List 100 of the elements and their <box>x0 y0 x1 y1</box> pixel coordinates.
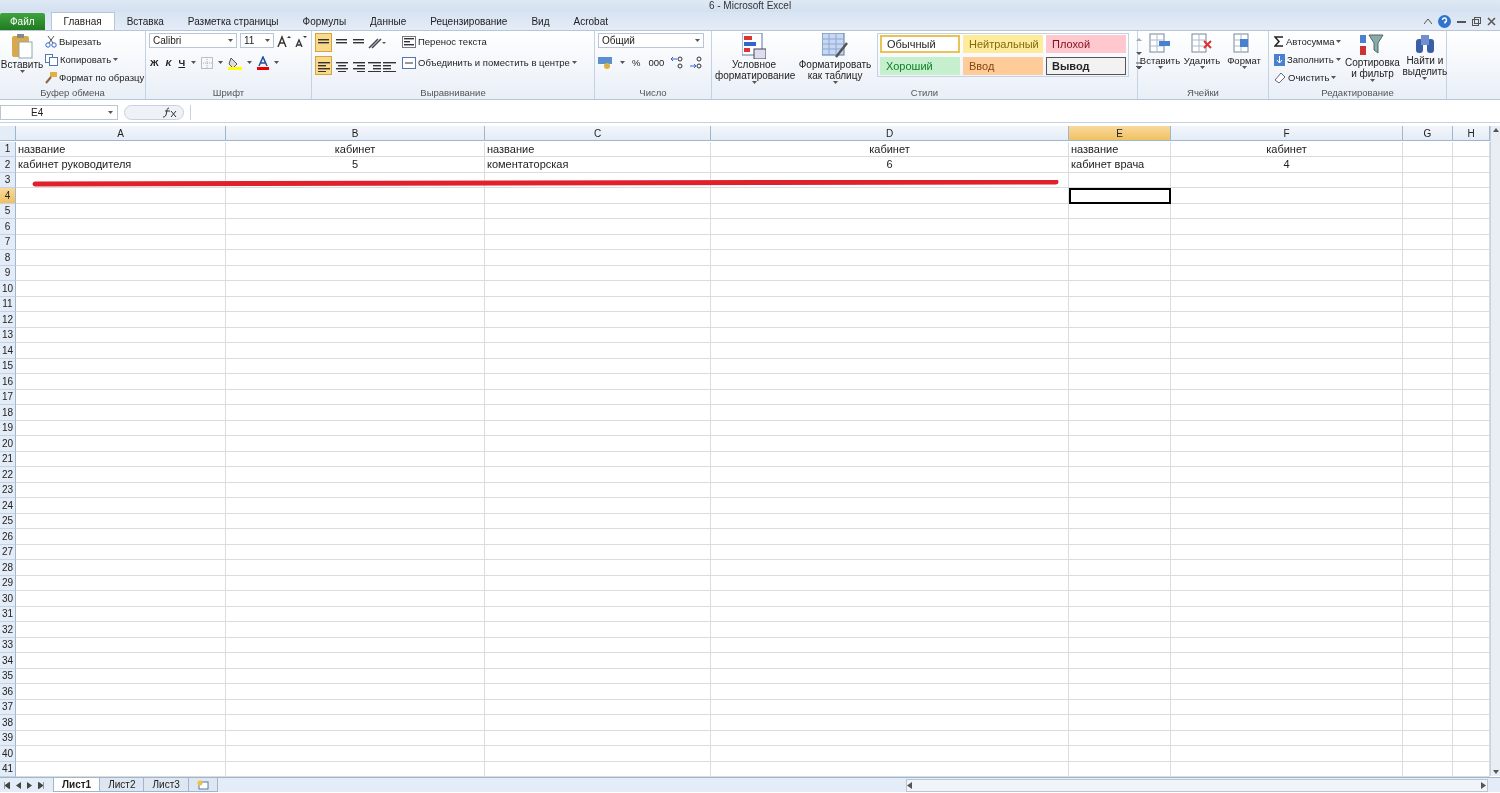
row-header[interactable]: 38 <box>0 715 16 731</box>
row-header[interactable]: 18 <box>0 405 16 421</box>
font-color-icon <box>257 55 270 70</box>
row-header[interactable]: 10 <box>0 281 16 297</box>
fill-button[interactable]: Заполнить <box>1273 51 1343 68</box>
row-header[interactable]: 1 <box>0 141 16 157</box>
ribbon-tab[interactable]: Acrobat <box>561 13 620 30</box>
row-header[interactable]: 2 <box>0 157 16 173</box>
table-cell: коментаторская <box>485 157 711 173</box>
italic-button[interactable]: К <box>164 54 173 71</box>
empty-cell <box>1403 544 1453 560</box>
row-header[interactable]: 6 <box>0 219 16 235</box>
empty-cell <box>1403 699 1453 715</box>
cell-style-preset[interactable]: Ввод <box>963 57 1043 75</box>
row-header[interactable]: 22 <box>0 467 16 483</box>
cut-button[interactable]: Вырезать <box>44 33 146 50</box>
column-header[interactable]: F <box>1171 126 1403 141</box>
column-header[interactable]: B <box>226 126 485 141</box>
column-header[interactable]: G <box>1403 126 1453 141</box>
column-header[interactable]: A <box>16 126 226 141</box>
sheet-tab[interactable]: Лист2 <box>99 778 145 792</box>
row-header[interactable]: 34 <box>0 653 16 669</box>
row-header[interactable]: 28 <box>0 560 16 576</box>
row-header[interactable]: 32 <box>0 622 16 638</box>
sheet-tab[interactable]: Лист3 <box>143 778 189 792</box>
ribbon-tab[interactable]: Вид <box>519 13 562 30</box>
cell-style-preset[interactable]: Плохой <box>1046 35 1126 53</box>
caret-icon <box>265 39 270 42</box>
row-header[interactable]: 40 <box>0 746 16 762</box>
insert-function-button[interactable] <box>124 104 184 120</box>
row-header[interactable]: 16 <box>0 374 16 390</box>
group-label: Шрифт <box>211 86 246 99</box>
file-tab[interactable]: Файл <box>0 13 45 30</box>
window-title: 6 - Microsoft Excel <box>708 0 792 12</box>
caret-icon <box>218 61 224 64</box>
column-header[interactable]: H <box>1453 126 1490 141</box>
empty-cell <box>1403 436 1453 452</box>
row-header[interactable]: 12 <box>0 312 16 328</box>
row-header[interactable]: 20 <box>0 436 16 452</box>
empty-cell <box>1403 482 1453 498</box>
underline-button[interactable]: Ч <box>177 54 187 71</box>
bold-button[interactable]: Ж <box>149 54 160 71</box>
wrap-text-button[interactable]: Перенос текста <box>401 33 578 50</box>
cells-button[interactable]: Вставить <box>1140 33 1180 86</box>
empty-cell <box>1403 668 1453 684</box>
column-header[interactable]: C <box>485 126 711 141</box>
group-label: Стили <box>909 86 940 99</box>
conditional-formatting-button[interactable]: Условное форматирование <box>715 33 793 86</box>
paste-button[interactable]: Вставить <box>3 33 41 86</box>
font-size-field[interactable]: 11 <box>240 33 274 48</box>
fill-color-icon <box>228 55 243 70</box>
cells-button[interactable]: Формат <box>1224 33 1264 86</box>
row-header[interactable]: 24 <box>0 498 16 514</box>
cell-style-preset[interactable]: Обычный <box>880 35 960 53</box>
thousands-button[interactable]: 000 <box>647 54 666 71</box>
first-sheet-icon <box>4 781 10 789</box>
ribbon-tab[interactable]: Формулы <box>290 13 359 30</box>
text-angle-icon <box>368 36 386 49</box>
column-header[interactable]: D <box>711 126 1069 141</box>
vertical-scrollbar[interactable] <box>1490 126 1500 776</box>
row-header[interactable]: 8 <box>0 250 16 266</box>
row-header[interactable]: 30 <box>0 591 16 607</box>
merge-center-button[interactable]: Объединить и поместить в центре <box>401 54 578 71</box>
cell-style-preset[interactable]: Вывод <box>1046 57 1126 75</box>
row-header[interactable]: 14 <box>0 343 16 359</box>
font-name-field[interactable]: Calibri <box>149 33 237 48</box>
format-painter-button[interactable]: Формат по образцу <box>44 69 146 86</box>
name-box[interactable]: E4 <box>0 104 118 120</box>
number-format-field[interactable]: Общий <box>598 33 704 48</box>
clear-button[interactable]: Очистить <box>1273 69 1343 86</box>
column-header[interactable]: E <box>1069 126 1171 141</box>
ribbon-tab[interactable]: Разметка страницы <box>175 13 291 30</box>
copy-button[interactable]: Копировать <box>44 51 146 68</box>
sheet-tab[interactable]: Лист1 <box>53 778 101 792</box>
autosum-button[interactable]: Автосумма <box>1273 33 1343 50</box>
sort-filter-button[interactable]: Сортировка и фильтр <box>1346 33 1399 86</box>
next-sheet-icon <box>27 781 32 789</box>
horizontal-scrollbar[interactable] <box>906 778 1488 792</box>
row-header[interactable]: 36 <box>0 684 16 700</box>
cell-style-preset[interactable]: Хороший <box>880 57 960 75</box>
active-cell[interactable] <box>1069 188 1171 204</box>
cells-button[interactable]: Удалить <box>1182 33 1222 86</box>
percent-button[interactable]: % <box>631 54 642 71</box>
caret-icon <box>832 81 838 84</box>
format-as-table-button[interactable]: Форматировать как таблицу <box>799 33 871 86</box>
ribbon-tab[interactable]: Главная <box>50 12 115 30</box>
horizontal-align-button[interactable] <box>315 56 332 75</box>
row-header[interactable]: 4 <box>0 188 16 204</box>
ribbon-tab[interactable]: Вставка <box>114 13 176 30</box>
align-lines-icon <box>352 59 365 72</box>
empty-cell <box>1403 327 1453 343</box>
row-header[interactable]: 26 <box>0 529 16 545</box>
scroll-down-icon <box>1491 768 1500 776</box>
cell-style-preset[interactable]: Нейтральный <box>963 35 1043 53</box>
table-cell: кабинет врача <box>1069 157 1171 173</box>
empty-cell <box>1403 265 1453 281</box>
ribbon-tab[interactable]: Данные <box>358 13 419 30</box>
ribbon-tab[interactable]: Рецензирование <box>418 13 520 30</box>
vertical-align-button[interactable] <box>315 33 332 52</box>
find-select-button[interactable]: Найти и выделить <box>1402 33 1448 86</box>
